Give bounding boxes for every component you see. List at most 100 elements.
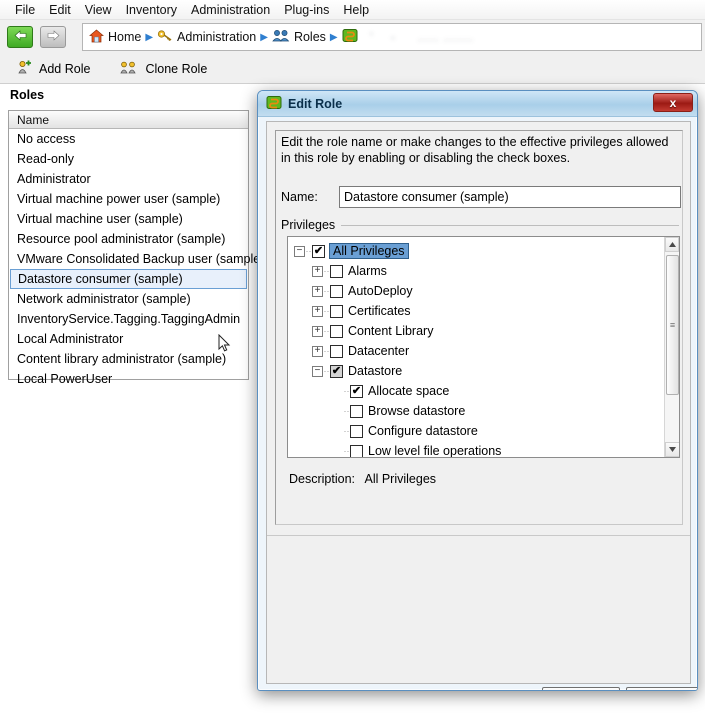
expand-icon[interactable]: +: [312, 345, 323, 357]
privilege-tree-node[interactable]: + ·· Datacenter: [288, 341, 666, 361]
tree-connector-icon: ··: [323, 306, 330, 316]
clone-role-button[interactable]: Clone Role: [116, 57, 211, 80]
privilege-checkbox[interactable]: [350, 444, 363, 457]
add-role-button[interactable]: Add Role: [12, 57, 94, 80]
scroll-up-icon[interactable]: [665, 237, 679, 252]
tree-connector-icon: ··: [343, 426, 350, 436]
tree-connector-icon: ··: [323, 326, 330, 336]
role-list-item[interactable]: Local PowerUser: [9, 369, 248, 389]
roles-column-header-name[interactable]: Name: [9, 111, 248, 129]
role-list-item-label: Network administrator (sample): [17, 292, 191, 306]
menu-item-inventory[interactable]: Inventory: [119, 1, 184, 19]
privilege-checkbox[interactable]: [350, 404, 363, 418]
privileges-group-label: Privileges: [281, 218, 342, 232]
menu-bar: File Edit View Inventory Administration …: [0, 0, 705, 20]
role-list-item[interactable]: InventoryService.Tagging.TaggingAdmin: [9, 309, 248, 329]
scrollbar-grip-icon: ≡: [669, 319, 676, 330]
privilege-tree-node[interactable]: + ·· AutoDeploy: [288, 281, 666, 301]
privilege-tree-node[interactable]: ·· Low level file operations: [288, 441, 666, 458]
menu-item-file[interactable]: File: [8, 1, 42, 19]
add-role-label: Add Role: [39, 61, 91, 76]
dialog-button-divider: [267, 535, 690, 536]
key-icon: [157, 29, 173, 46]
privilege-checkbox[interactable]: [330, 324, 343, 338]
privilege-tree-node[interactable]: + ·· Certificates: [288, 301, 666, 321]
tree-connector-icon: ··: [323, 266, 330, 276]
role-name-input[interactable]: [339, 186, 681, 208]
forward-button[interactable]: [40, 26, 66, 48]
dialog-title: Edit Role: [288, 96, 343, 111]
tree-connector-icon: ··: [305, 246, 312, 256]
role-list-item[interactable]: Virtual machine power user (sample): [9, 189, 248, 209]
privilege-tree-node[interactable]: + ·· Alarms: [288, 261, 666, 281]
scroll-down-icon[interactable]: [665, 442, 679, 457]
privilege-tree-node[interactable]: ·· Configure datastore: [288, 421, 666, 441]
role-list-item-label: No access: [17, 132, 76, 146]
privilege-tree-node[interactable]: − ·· ✔ All Privileges: [288, 241, 666, 261]
expand-icon[interactable]: +: [312, 285, 323, 297]
check-icon: ✔: [331, 364, 342, 377]
expand-icon[interactable]: +: [312, 305, 323, 317]
role-list-item[interactable]: No access: [9, 129, 248, 149]
tree-connector-icon: ··: [343, 446, 350, 456]
role-list-item[interactable]: Datastore consumer (sample): [10, 269, 247, 289]
breadcrumb-home[interactable]: Home: [108, 30, 141, 44]
role-list-item[interactable]: Local Administrator: [9, 329, 248, 349]
cancel-button[interactable]: Cancel: [626, 687, 697, 690]
privilege-label: Low level file operations: [368, 444, 502, 458]
privileges-group-line: [327, 225, 679, 226]
dialog-title-bar[interactable]: Edit Role x: [258, 91, 697, 117]
privilege-tree-node[interactable]: + ·· Content Library: [288, 321, 666, 341]
privilege-label: Content Library: [348, 324, 434, 338]
role-list-item[interactable]: Network administrator (sample): [9, 289, 248, 309]
privileges-tree[interactable]: − ·· ✔ All Privileges + ·· Alarms + ·· AutoDeploy…: [287, 236, 680, 458]
role-list-item-label: VMware Consolidated Backup user (sample): [17, 252, 265, 266]
expand-icon[interactable]: +: [312, 265, 323, 277]
close-icon[interactable]: x: [653, 93, 693, 112]
collapse-icon[interactable]: −: [294, 245, 305, 257]
role-list-item[interactable]: VMware Consolidated Backup user (sample): [9, 249, 264, 269]
role-list-item[interactable]: Resource pool administrator (sample): [9, 229, 248, 249]
expand-icon[interactable]: +: [312, 325, 323, 337]
privilege-checkbox[interactable]: ✔: [350, 384, 363, 398]
privilege-checkbox[interactable]: [330, 264, 343, 278]
privilege-checkbox[interactable]: [350, 424, 363, 438]
ok-button[interactable]: OK: [542, 687, 620, 690]
menu-item-help[interactable]: Help: [336, 1, 376, 19]
roles-list-panel: Name No access Read-only Administrator Virt…: [8, 110, 264, 386]
role-list-item-label: Content library administrator (sample): [17, 352, 227, 366]
menu-item-edit[interactable]: Edit: [42, 1, 78, 19]
users-icon: [272, 29, 290, 46]
menu-item-administration[interactable]: Administration: [184, 1, 277, 19]
mouse-cursor-icon: [218, 333, 231, 356]
tree-connector-icon: ··: [343, 386, 350, 396]
privilege-label: Alarms: [348, 264, 387, 278]
add-role-icon: [16, 59, 33, 78]
privilege-tree-node[interactable]: ·· Browse datastore: [288, 401, 666, 421]
breadcrumb-roles[interactable]: Roles: [294, 30, 326, 44]
privilege-checkbox[interactable]: [330, 304, 343, 318]
privilege-tree-node[interactable]: ·· ✔ Allocate space: [288, 381, 666, 401]
role-list-item-label: Virtual machine user (sample): [17, 212, 183, 226]
privilege-checkbox[interactable]: [330, 284, 343, 298]
role-list-item[interactable]: Content library administrator (sample): [9, 349, 248, 369]
menu-item-plugins[interactable]: Plug-ins: [277, 1, 336, 19]
home-icon: [89, 29, 104, 46]
privilege-checkbox[interactable]: ✔: [330, 364, 343, 378]
privilege-label: Datacenter: [348, 344, 410, 358]
tree-scrollbar[interactable]: ≡: [664, 237, 679, 457]
role-list-item-label: InventoryService.Tagging.TaggingAdmin: [17, 312, 241, 326]
back-button[interactable]: [7, 26, 33, 48]
collapse-icon[interactable]: −: [312, 365, 323, 377]
clone-role-label: Clone Role: [145, 61, 208, 76]
menu-item-view[interactable]: View: [78, 1, 119, 19]
role-list-item[interactable]: Virtual machine user (sample): [9, 209, 248, 229]
role-list-item[interactable]: Read-only: [9, 149, 248, 169]
privilege-checkbox[interactable]: ✔: [312, 244, 325, 258]
privilege-tree-node[interactable]: − ·· ✔ Datastore: [288, 361, 666, 381]
role-name-label: Name:: [281, 190, 318, 204]
breadcrumb-administration[interactable]: Administration: [177, 30, 256, 44]
role-list-item[interactable]: Administrator: [9, 169, 248, 189]
privilege-checkbox[interactable]: [330, 344, 343, 358]
scrollbar-thumb[interactable]: ≡: [666, 255, 679, 395]
